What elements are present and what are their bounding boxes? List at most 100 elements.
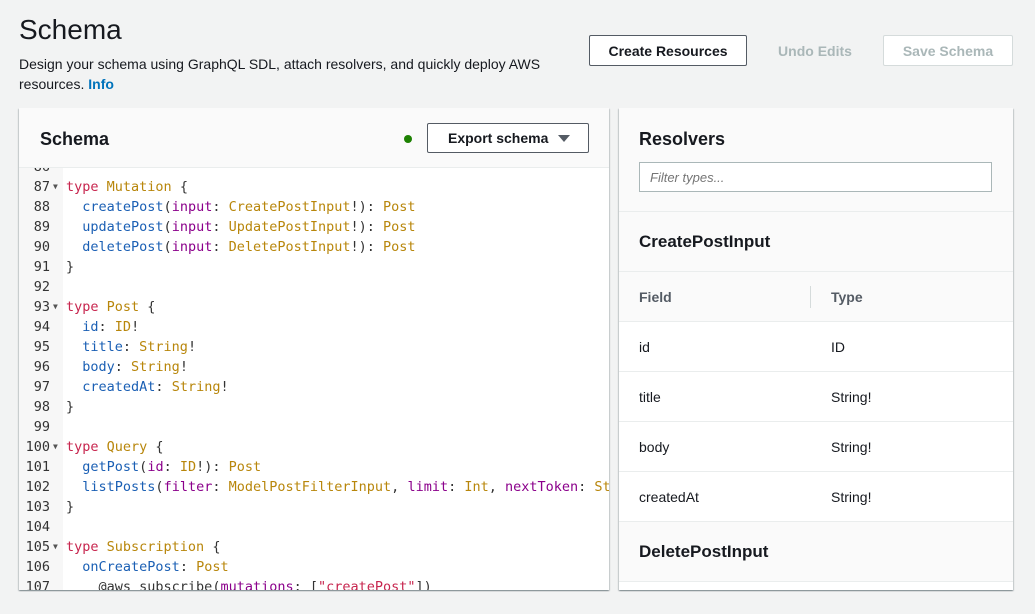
export-schema-button[interactable]: Export schema <box>427 123 589 153</box>
code-text: deletePost(input: DeletePostInput!): Pos… <box>82 239 416 255</box>
field-name: title <box>639 389 661 405</box>
fold-arrow-icon[interactable]: ▼ <box>53 297 58 317</box>
schema-panel-title: Schema <box>40 129 110 149</box>
table-row[interactable]: id ID <box>619 322 1013 372</box>
line-number: 103 <box>25 499 50 515</box>
code-text: type Subscription { <box>66 539 221 555</box>
code-line: 90 deletePost(input: DeletePostInput!): … <box>19 237 609 257</box>
field-name: id <box>639 339 650 355</box>
create-resources-button[interactable]: Create Resources <box>589 35 747 66</box>
code-line: 99 <box>19 417 609 437</box>
line-number: 101 <box>25 459 50 475</box>
code-text: type Post { <box>66 299 156 315</box>
save-schema-button[interactable]: Save Schema <box>883 35 1013 66</box>
code-line: 87 ▼ type Mutation { <box>19 177 609 197</box>
info-link[interactable]: Info <box>88 76 114 92</box>
field-name: createdAt <box>639 489 699 505</box>
field-type: String! <box>831 439 872 455</box>
line-number: 100 <box>25 439 50 455</box>
code-editor[interactable]: 8687▼type Mutation {88 createPost(input:… <box>19 168 609 590</box>
code-text: } <box>66 399 75 415</box>
export-schema-label: Export schema <box>448 130 549 146</box>
code-text: type Query { <box>66 439 164 455</box>
schema-panel-header: Schema Export schema <box>19 108 609 168</box>
filter-types-input[interactable] <box>639 162 992 192</box>
resolvers-panel-header: Resolvers <box>619 108 1013 212</box>
code-line: 93 ▼ type Post { <box>19 297 609 317</box>
code-line: 107 @aws_subscribe(mutations: ["createPo… <box>19 577 609 590</box>
code-line: 97 createdAt: String! <box>19 377 609 397</box>
status-indicator <box>404 135 412 143</box>
line-number: 97 <box>33 379 50 395</box>
column-divider <box>810 286 811 308</box>
code-text: } <box>66 499 75 515</box>
code-text: } <box>66 259 75 275</box>
line-number: 89 <box>33 219 50 235</box>
resolvers-panel: Resolvers CreatePostInput Field Type id … <box>619 108 1013 590</box>
type-block: CreatePostInput Field Type id ID title S… <box>619 212 1013 522</box>
code-text: title: String! <box>82 339 197 355</box>
column-header-type: Type <box>831 289 863 305</box>
page-title: Schema <box>19 14 122 45</box>
caret-down-icon <box>558 135 570 142</box>
line-number: 87 <box>33 179 50 195</box>
line-number: 104 <box>25 519 50 535</box>
type-title: CreatePostInput <box>619 212 1013 272</box>
code-line: 88 createPost(input: CreatePostInput!): … <box>19 197 609 217</box>
fold-arrow-icon[interactable]: ▼ <box>53 177 58 197</box>
resolvers-panel-title: Resolvers <box>639 129 726 149</box>
code-text: onCreatePost: Post <box>82 559 229 575</box>
table-row[interactable]: body String! <box>619 422 1013 472</box>
type-block: DeletePostInput <box>619 522 1013 582</box>
table-row[interactable]: createdAt String! <box>619 472 1013 522</box>
code-text: @aws_subscribe(mutations: ["createPost"]… <box>98 579 432 590</box>
column-header-field: Field <box>639 289 672 305</box>
code-line: 89 updatePost(input: UpdatePostInput!): … <box>19 217 609 237</box>
code-text: getPost(id: ID!): Post <box>82 459 262 475</box>
code-line: 86 <box>19 168 609 177</box>
code-line: 96 body: String! <box>19 357 609 377</box>
code-line: 98} <box>19 397 609 417</box>
code-text: createPost(input: CreatePostInput!): Pos… <box>82 199 416 215</box>
line-number: 99 <box>33 419 50 435</box>
code-line: 101 getPost(id: ID!): Post <box>19 457 609 477</box>
line-number: 102 <box>25 479 50 495</box>
line-number: 98 <box>33 399 50 415</box>
code-line: 103} <box>19 497 609 517</box>
code-line: 102 listPosts(filter: ModelPostFilterInp… <box>19 477 609 497</box>
code-text: type Mutation { <box>66 179 188 195</box>
code-line: 92 <box>19 277 609 297</box>
code-text: id: ID! <box>82 319 140 335</box>
code-line: 91} <box>19 257 609 277</box>
page-description: Design your schema using GraphQL SDL, at… <box>19 54 564 94</box>
line-number: 86 <box>19 168 50 177</box>
fold-arrow-icon[interactable]: ▼ <box>53 437 58 457</box>
line-number: 90 <box>33 239 50 255</box>
field-name: body <box>639 439 670 455</box>
line-number: 94 <box>33 319 50 335</box>
code-lines: 8687▼type Mutation {88 createPost(input:… <box>19 168 609 590</box>
line-number: 106 <box>25 559 50 575</box>
field-type: ID <box>831 339 845 355</box>
table-row[interactable]: title String! <box>619 372 1013 422</box>
line-number: 107 <box>25 579 50 590</box>
line-number: 105 <box>25 539 50 555</box>
fold-arrow-icon[interactable]: ▼ <box>53 537 58 557</box>
schema-panel: Schema Export schema 8687▼type Mutation … <box>19 108 609 590</box>
undo-edits-button[interactable]: Undo Edits <box>760 35 870 66</box>
code-text: body: String! <box>82 359 188 375</box>
field-table-header: Field Type <box>619 272 1013 322</box>
code-line: 100 ▼ type Query { <box>19 437 609 457</box>
code-line: 105 ▼ type Subscription { <box>19 537 609 557</box>
code-line: 94 id: ID! <box>19 317 609 337</box>
line-number: 88 <box>33 199 50 215</box>
field-type: String! <box>831 389 872 405</box>
line-number: 92 <box>33 279 50 295</box>
line-number: 91 <box>33 259 50 275</box>
code-text: listPosts(filter: ModelPostFilterInput, … <box>82 479 609 495</box>
line-number: 96 <box>33 359 50 375</box>
line-number: 93 <box>33 299 50 315</box>
code-line: 95 title: String! <box>19 337 609 357</box>
field-type: String! <box>831 489 872 505</box>
code-text: createdAt: String! <box>82 379 229 395</box>
